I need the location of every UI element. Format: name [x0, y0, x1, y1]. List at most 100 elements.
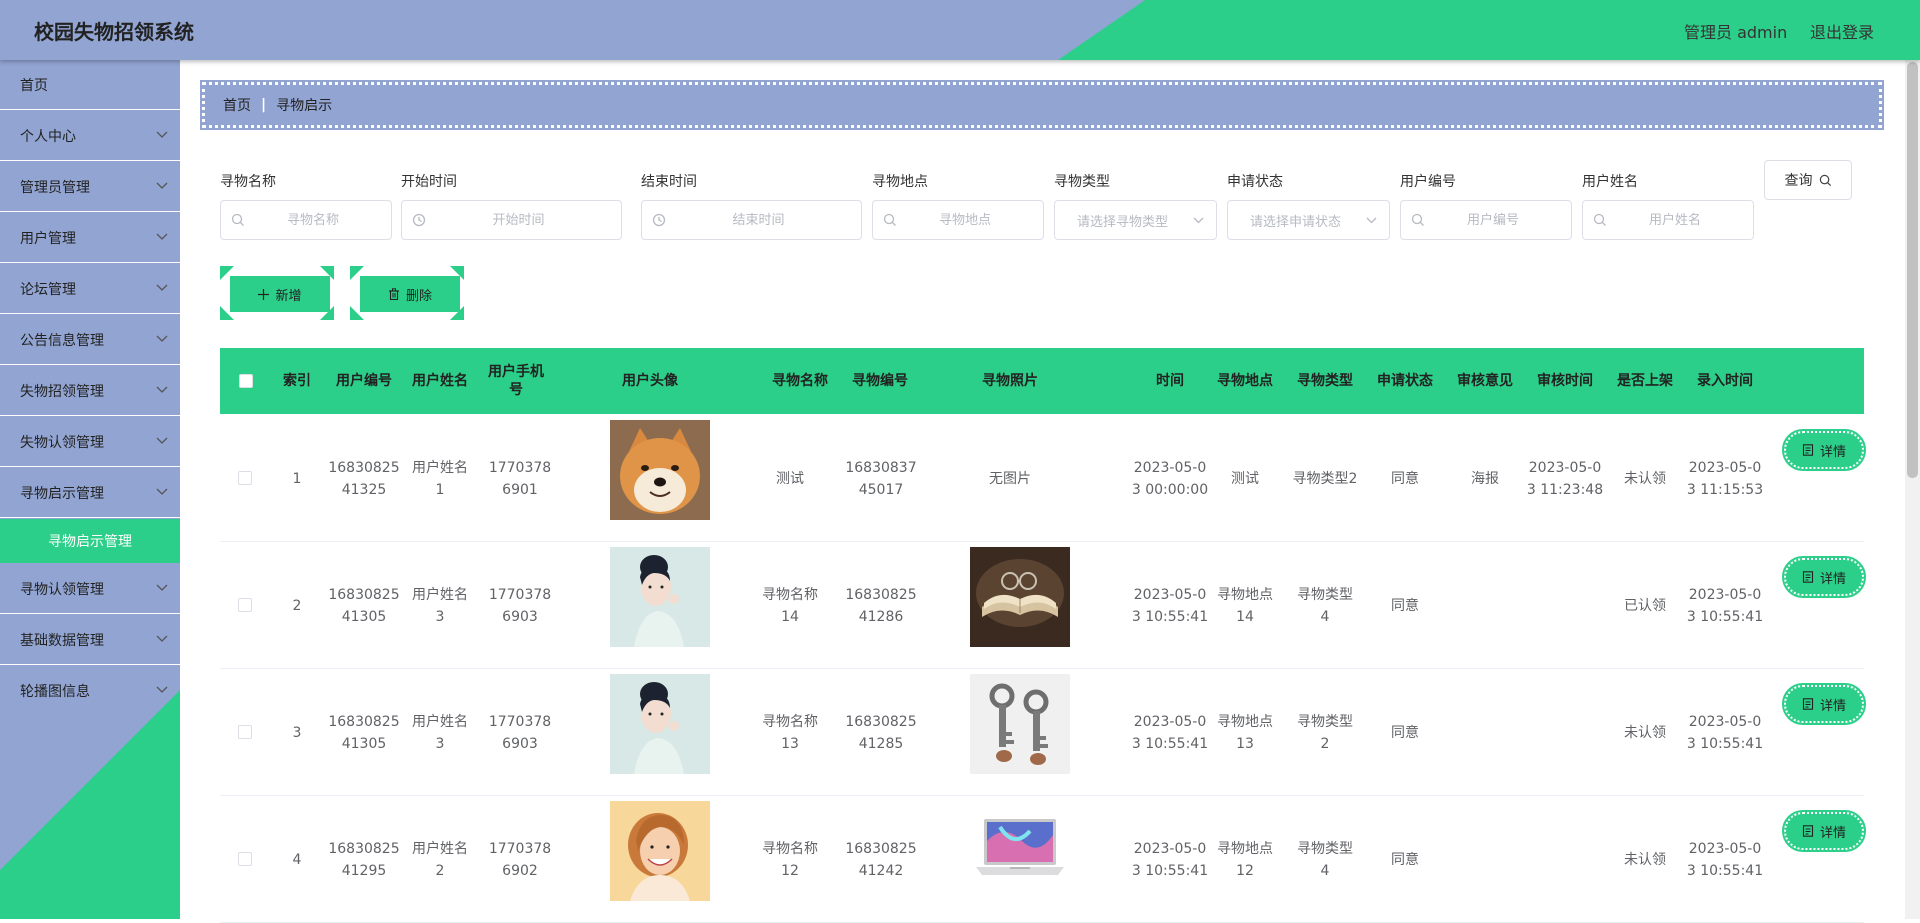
delete-button[interactable]: 删除 [360, 276, 460, 312]
document-icon [1802, 571, 1814, 583]
cell-item-name: 寻物名称12 [762, 840, 818, 879]
cell-review-opinion [1445, 669, 1525, 796]
sidebar-item-admin-management[interactable]: 管理员管理 [0, 162, 180, 212]
cell-user-phone: 17703786902 [488, 840, 552, 879]
search-username-input[interactable] [1607, 211, 1743, 229]
chevron-down-icon [156, 584, 168, 591]
search-start-label: 开始时间 [401, 174, 457, 190]
chevron-down-icon [156, 386, 168, 393]
breadcrumb: 首页 | 寻物启示 [200, 80, 1884, 130]
cell-type: 寻物类型2 [1297, 713, 1353, 752]
row-checkbox[interactable] [238, 725, 252, 739]
add-button-label: 新增 [275, 288, 302, 304]
detail-button[interactable]: 详情 [1782, 810, 1866, 852]
col-review-time: 审核时间 [1537, 373, 1593, 389]
search-status-select[interactable]: 请选择申请状态 [1227, 200, 1390, 240]
row-checkbox[interactable] [238, 852, 252, 866]
sidebar-item-user-management[interactable]: 用户管理 [0, 213, 180, 263]
search-icon [1411, 213, 1424, 226]
document-icon [1802, 825, 1814, 837]
corner-decoration [220, 266, 234, 280]
search-name-label: 寻物名称 [220, 174, 276, 190]
cell-type: 寻物类型4 [1297, 586, 1353, 625]
search-type-placeholder: 请选择寻物类型 [1077, 214, 1169, 230]
table-row: 3 1683082541305 用户姓名3 17703786903 寻物名称13… [220, 669, 1866, 796]
sidebar-item-label: 论坛管理 [20, 281, 76, 298]
search-start-input[interactable] [426, 211, 611, 229]
query-button[interactable]: 查询 [1764, 160, 1852, 200]
cell-listed: 未认领 [1624, 470, 1666, 487]
search-start-field [401, 200, 622, 240]
search-userno-label: 用户编号 [1400, 174, 1456, 190]
cell-place: 寻物地点14 [1217, 586, 1273, 625]
page-scrollbar[interactable] [1905, 60, 1920, 919]
document-icon [1802, 698, 1814, 710]
search-icon [1593, 213, 1606, 226]
cell-user-name: 用户姓名3 [412, 586, 468, 625]
chevron-down-icon [156, 284, 168, 291]
cell-index: 3 [292, 724, 302, 741]
row-checkbox[interactable] [238, 598, 252, 612]
avatar-image-woman [610, 674, 710, 774]
sidebar-item-search-notice-management[interactable]: 寻物启示管理 [0, 468, 180, 518]
item-photo-book [970, 547, 1070, 647]
clock-icon [652, 213, 666, 227]
clock-icon [412, 213, 426, 227]
row-checkbox[interactable] [238, 471, 252, 485]
sidebar-subitem-search-notice-active[interactable]: 寻物启示管理 [0, 519, 180, 563]
search-status-label: 申请状态 [1227, 174, 1283, 190]
query-button-label: 查询 [1784, 173, 1813, 189]
item-photo-laptop [970, 801, 1070, 901]
add-button[interactable]: 新增 [230, 276, 330, 312]
breadcrumb-home[interactable]: 首页 [223, 95, 251, 115]
corner-decoration [450, 306, 464, 320]
chevron-down-icon [156, 686, 168, 693]
cell-review-opinion [1445, 796, 1525, 923]
cell-review-opinion: 海报 [1471, 470, 1499, 487]
cell-user-no: 1683082541325 [328, 459, 400, 498]
sidebar-item-basic-data-management[interactable]: 基础数据管理 [0, 615, 180, 665]
search-userno-field [1400, 200, 1572, 240]
detail-button-label: 详情 [1819, 698, 1846, 714]
cell-place: 寻物地点13 [1217, 713, 1273, 752]
search-end-input[interactable] [666, 211, 851, 229]
chevron-down-icon [156, 131, 168, 138]
delete-button-label: 删除 [405, 288, 432, 304]
cell-user-no: 1683082541305 [328, 713, 400, 752]
sidebar-item-search-claim-management[interactable]: 寻物认领管理 [0, 564, 180, 614]
search-username-label: 用户姓名 [1582, 174, 1638, 190]
detail-button[interactable]: 详情 [1782, 683, 1866, 725]
select-all-checkbox[interactable] [239, 374, 253, 388]
breadcrumb-current: 寻物启示 [276, 98, 333, 114]
table-row: 2 1683082541305 用户姓名3 17703786903 寻物名称14… [220, 542, 1866, 669]
sidebar: 首页 个人中心 管理员管理 用户管理 论坛管理 公告信息管理 失物招领管理 失物… [0, 60, 180, 919]
sidebar-item-forum-management[interactable]: 论坛管理 [0, 264, 180, 314]
sidebar-item-personal-center[interactable]: 个人中心 [0, 111, 180, 161]
sidebar-item-notice-management[interactable]: 公告信息管理 [0, 315, 180, 365]
col-entry-time: 录入时间 [1697, 373, 1753, 389]
search-userno-input[interactable] [1425, 211, 1561, 229]
table-row: 1 1683082541325 用户姓名1 17703786901 测试 168… [220, 415, 1866, 542]
sidebar-item-lost-found-management[interactable]: 失物招领管理 [0, 366, 180, 416]
scrollbar-thumb[interactable] [1907, 62, 1918, 478]
search-type-select[interactable]: 请选择寻物类型 [1054, 200, 1217, 240]
detail-button[interactable]: 详情 [1782, 429, 1866, 471]
col-item-name: 寻物名称 [772, 373, 828, 389]
cell-status: 同意 [1391, 470, 1419, 487]
sidebar-item-home[interactable]: 首页 [0, 60, 180, 110]
avatar-image-smiling-woman [610, 801, 710, 901]
cell-review-time [1525, 796, 1605, 923]
search-end-field [641, 200, 862, 240]
detail-button[interactable]: 详情 [1782, 556, 1866, 598]
sidebar-item-lost-claim-management[interactable]: 失物认领管理 [0, 417, 180, 467]
sidebar-item-carousel-info[interactable]: 轮播图信息 [0, 666, 180, 716]
logout-link[interactable]: 退出登录 [1810, 19, 1874, 43]
search-place-input[interactable] [897, 211, 1033, 229]
cell-listed: 未认领 [1624, 724, 1666, 741]
search-place-label: 寻物地点 [872, 174, 928, 190]
chevron-down-icon [156, 635, 168, 642]
search-name-input[interactable] [245, 211, 381, 229]
cell-item-photo-none: 无图片 [989, 470, 1031, 487]
cell-place: 寻物地点12 [1217, 840, 1273, 879]
search-name-field [220, 200, 392, 240]
